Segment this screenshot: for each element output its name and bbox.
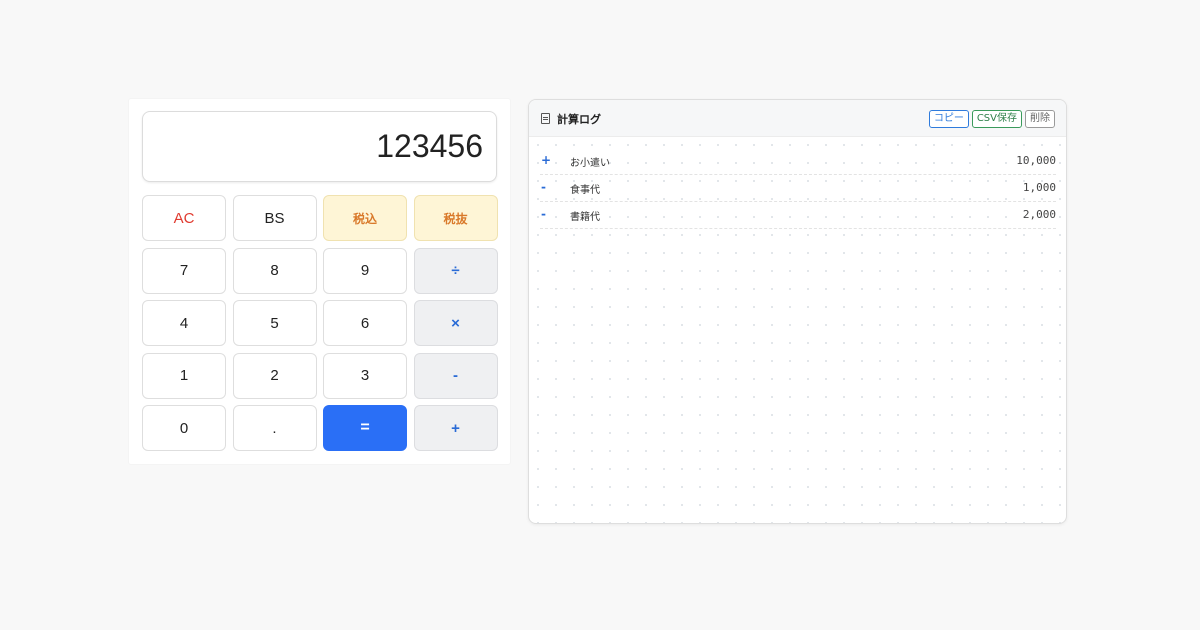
log-entry: + お小遣い 10,000 [540, 148, 1056, 175]
log-header: 計算ログ コピー CSV保存 削除 [529, 100, 1066, 137]
entry-sign: - [541, 180, 546, 194]
equals-button[interactable]: = [323, 405, 407, 451]
tax-included-button[interactable]: 税込 [323, 195, 407, 241]
entry-sign: - [541, 207, 546, 221]
digit-7-button[interactable]: 7 [142, 247, 226, 294]
all-clear-button[interactable]: AC [142, 195, 226, 241]
entry-sign: + [541, 153, 552, 167]
digit-2-button[interactable]: 2 [232, 352, 317, 399]
log-list: + お小遣い 10,000 - 食事代 1,000 - 書籍代 2,000 [540, 148, 1056, 229]
subtract-button[interactable]: - [413, 352, 498, 399]
log-entry: - 書籍代 2,000 [540, 202, 1056, 229]
backspace-button[interactable]: BS [232, 195, 317, 241]
calculation-log-panel: 計算ログ コピー CSV保存 削除 + お小遣い 10,000 - 食事代 1,… [528, 99, 1067, 524]
entry-amount: 2,000 [1022, 208, 1056, 221]
digit-9-button[interactable]: 9 [323, 247, 407, 294]
copy-button[interactable]: コピー [928, 110, 969, 128]
entry-label: 書籍代 [570, 212, 600, 223]
multiply-button[interactable]: × [413, 300, 498, 346]
calculator-panel: 123456 AC BS 税込 税抜 7 8 9 ÷ 4 5 6 × 1 2 3… [129, 99, 510, 464]
divide-button[interactable]: ÷ [413, 247, 498, 294]
csv-save-button[interactable]: CSV保存 [971, 110, 1022, 128]
log-actions: コピー CSV保存 削除 [928, 110, 1055, 128]
digit-6-button[interactable]: 6 [323, 300, 407, 346]
log-title: 計算ログ [557, 113, 601, 126]
entry-label: 食事代 [570, 185, 600, 196]
keypad: AC BS 税込 税抜 7 8 9 ÷ 4 5 6 × 1 2 3 - 0 . … [142, 195, 498, 451]
digit-8-button[interactable]: 8 [232, 247, 317, 294]
digit-1-button[interactable]: 1 [142, 352, 226, 399]
entry-label: お小遣い [570, 158, 610, 169]
log-entry: - 食事代 1,000 [540, 175, 1056, 202]
digit-5-button[interactable]: 5 [232, 300, 317, 346]
entry-amount: 1,000 [1022, 181, 1056, 194]
digit-3-button[interactable]: 3 [323, 352, 407, 399]
tax-excluded-button[interactable]: 税抜 [413, 195, 498, 241]
digit-4-button[interactable]: 4 [142, 300, 226, 346]
digit-0-button[interactable]: 0 [142, 405, 226, 451]
delete-button[interactable]: 削除 [1025, 110, 1055, 128]
decimal-point-button[interactable]: . [232, 405, 317, 451]
calculator-display: 123456 [142, 111, 497, 182]
add-button[interactable]: + [413, 405, 498, 451]
document-icon [541, 113, 550, 124]
entry-amount: 10,000 [1016, 154, 1056, 167]
